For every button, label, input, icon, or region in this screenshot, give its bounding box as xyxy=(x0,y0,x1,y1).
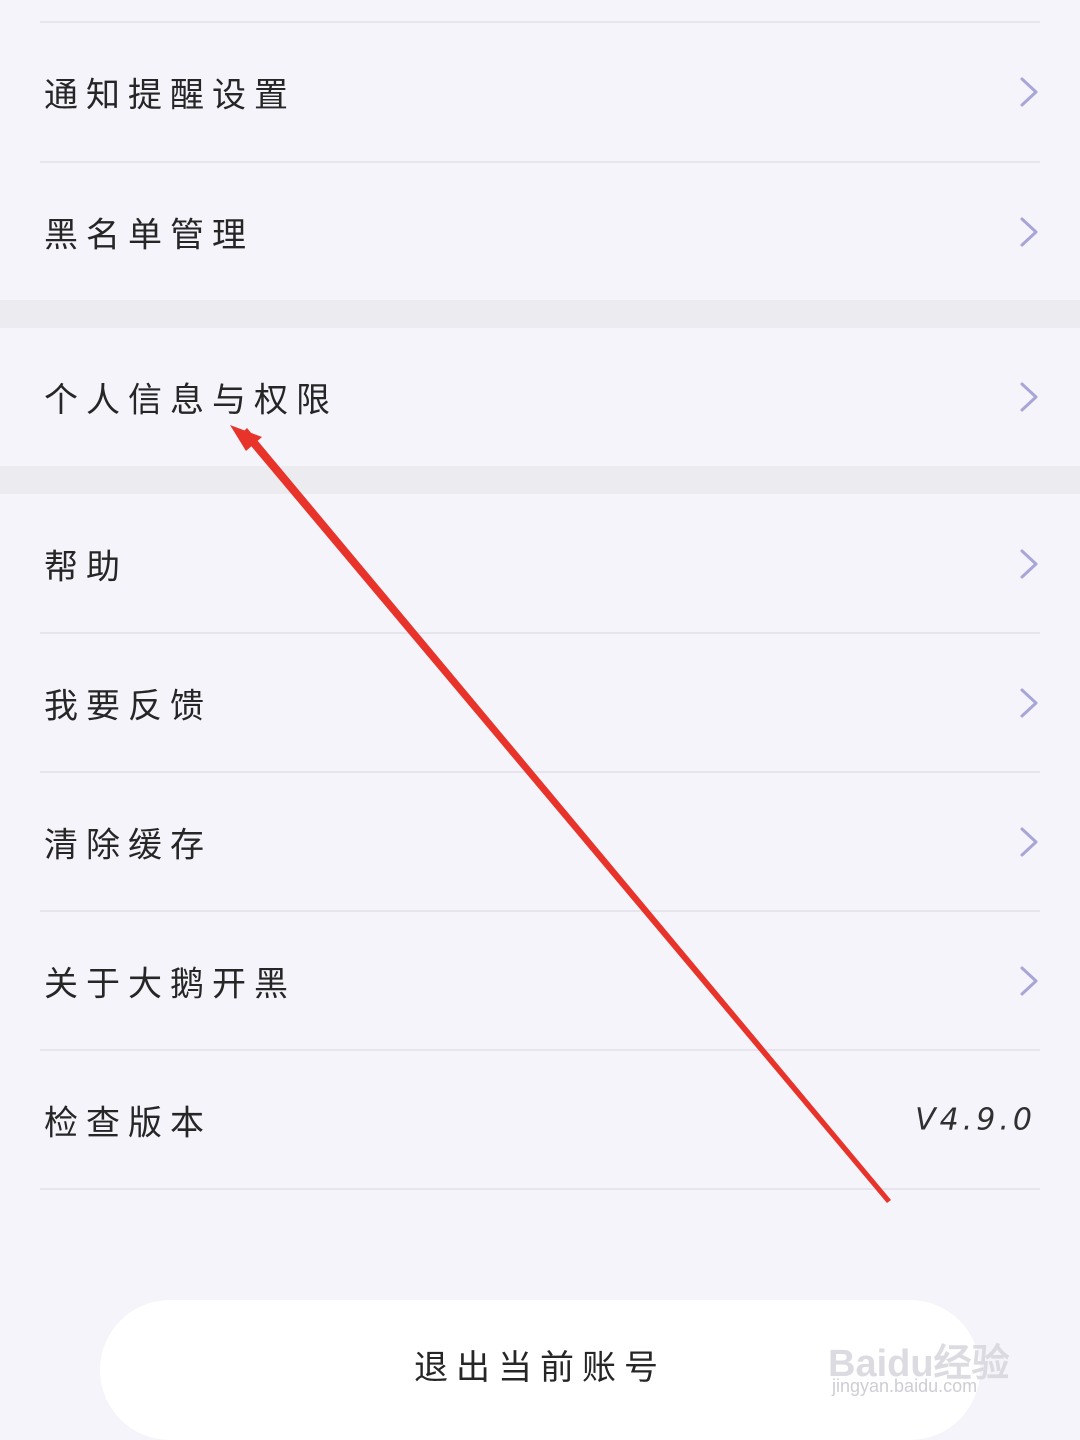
settings-item-label: 通知提醒设置 xyxy=(44,75,296,115)
settings-item-help[interactable]: 帮助 xyxy=(0,494,1080,633)
logout-label: 退出当前账号 xyxy=(414,1348,666,1388)
version-value: V4.9.0 xyxy=(915,1102,1036,1137)
settings-item-label: 黑名单管理 xyxy=(44,215,254,255)
settings-item-about[interactable]: 关于大鹅开黑 xyxy=(0,911,1080,1050)
settings-item-feedback[interactable]: 我要反馈 xyxy=(0,633,1080,772)
settings-item-label: 我要反馈 xyxy=(44,686,212,726)
settings-item-check-version[interactable]: 检查版本 V4.9.0 xyxy=(0,1050,1080,1189)
settings-item-label: 检查版本 xyxy=(44,1103,212,1143)
settings-item-label: 关于大鹅开黑 xyxy=(44,964,296,1004)
settings-item-label: 个人信息与权限 xyxy=(44,380,338,421)
section-gap xyxy=(0,300,1080,328)
settings-item-clear-cache[interactable]: 清除缓存 xyxy=(0,772,1080,911)
divider xyxy=(40,1188,1040,1190)
chevron-right-icon xyxy=(1020,217,1038,246)
settings-item-notification[interactable]: 通知提醒设置 xyxy=(0,22,1080,161)
settings-item-label: 帮助 xyxy=(44,547,128,587)
settings-item-blacklist[interactable]: 黑名单管理 xyxy=(0,162,1080,301)
chevron-right-icon xyxy=(1020,827,1038,856)
chevron-right-icon xyxy=(1020,966,1038,995)
section-gap xyxy=(0,466,1080,494)
settings-item-privacy-permissions[interactable]: 个人信息与权限 xyxy=(0,328,1080,466)
settings-item-label: 清除缓存 xyxy=(44,825,212,865)
chevron-right-icon xyxy=(1020,77,1038,106)
chevron-right-icon xyxy=(1020,688,1038,717)
chevron-right-icon xyxy=(1020,382,1038,412)
chevron-right-icon xyxy=(1020,549,1038,578)
logout-button[interactable]: 退出当前账号 xyxy=(100,1300,980,1440)
